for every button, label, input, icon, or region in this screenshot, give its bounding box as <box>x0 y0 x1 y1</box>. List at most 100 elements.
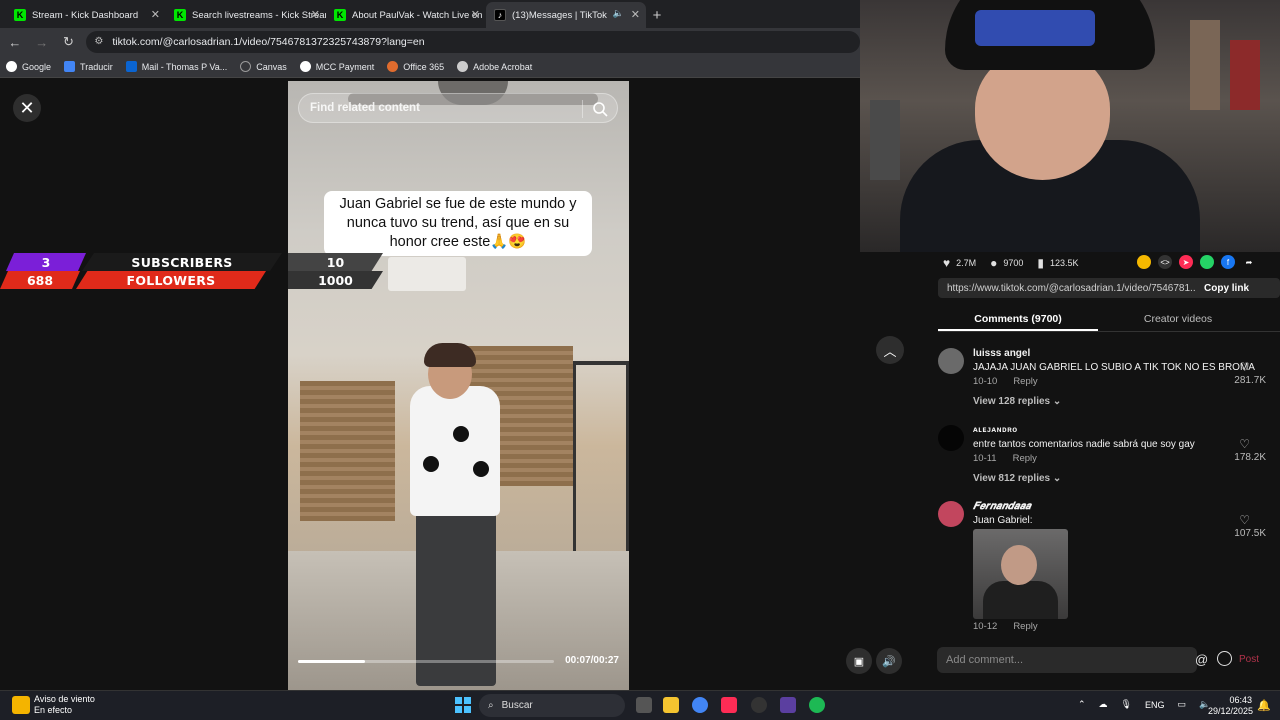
close-icon[interactable]: ✕ <box>311 8 320 21</box>
reply-button[interactable]: Reply <box>1013 621 1037 632</box>
cloud-icon[interactable]: ☁ <box>1099 699 1108 710</box>
chevron-up-icon[interactable]: ︿ <box>876 336 904 364</box>
close-icon[interactable]: ✕ <box>151 8 160 21</box>
bookmark-canvas[interactable]: Canvas <box>240 61 287 72</box>
heart-icon[interactable]: ♡ <box>1239 360 1250 374</box>
address-bar[interactable]: ⚙ tiktok.com/@carlosadrian.1/video/75467… <box>86 31 860 53</box>
avatar[interactable] <box>938 425 964 451</box>
back-icon[interactable]: ← <box>3 30 27 54</box>
tab-kick-paulvak[interactable]: K About PaulVak - Watch Live on ✕ <box>326 2 486 28</box>
volume-icon[interactable]: 🔊 <box>876 648 902 674</box>
microphone-icon[interactable]: 🎙 <box>1121 699 1132 710</box>
chevron-down-icon: ⌄ <box>1052 473 1062 484</box>
video-person <box>410 386 500 516</box>
obs-icon[interactable] <box>751 697 767 713</box>
display-icon[interactable]: ▭ <box>1178 699 1187 710</box>
close-icon[interactable]: ✕ <box>631 8 640 21</box>
tab-creator-videos[interactable]: Creator videos <box>1098 308 1258 331</box>
coin-icon[interactable] <box>1137 255 1151 269</box>
emoji-icon[interactable] <box>1217 651 1232 666</box>
comment-button[interactable]: ● 9700 <box>990 256 1023 270</box>
comment-count: 9700 <box>1003 258 1024 268</box>
new-tab-button[interactable]: + <box>646 2 668 28</box>
view-replies-label: View 128 replies <box>973 396 1051 407</box>
share-icons: <> ➤ f ➦ <box>1137 255 1263 269</box>
tab-kick-search[interactable]: K Search livestreams - Kick Stream ✕ <box>166 2 326 28</box>
bookmark-google[interactable]: Google <box>6 61 51 72</box>
notification-icon[interactable]: 🔔 <box>1257 699 1271 712</box>
tab-kick-dashboard[interactable]: K Stream - Kick Dashboard ✕ <box>6 2 166 28</box>
reply-button[interactable]: Reply <box>1013 453 1037 464</box>
tab-tiktok[interactable]: ♪ (13)Messages | TikTok 🔈 ✕ <box>486 2 646 28</box>
embed-icon[interactable]: <> <box>1158 255 1172 269</box>
chevron-down-icon: ⌄ <box>1052 396 1062 407</box>
chrome-icon[interactable] <box>692 697 708 713</box>
add-comment-input[interactable]: Add comment... <box>937 647 1197 673</box>
comment-user[interactable]: ᴀʟᴇᴊᴀɴᴅʀᴏ <box>973 425 1018 434</box>
post-button[interactable]: Post <box>1239 654 1259 665</box>
reload-icon[interactable]: ↻ <box>57 30 81 54</box>
heart-icon[interactable]: ♡ <box>1239 437 1250 451</box>
tab-comments[interactable]: Comments (9700) <box>938 308 1098 331</box>
clock-time: 06:43 <box>1229 695 1252 705</box>
save-button[interactable]: ▮ 123.5K <box>1037 256 1078 270</box>
pip-icon[interactable]: ▣ <box>846 648 872 674</box>
close-icon[interactable]: ✕ <box>471 8 480 21</box>
copy-link-button[interactable]: Copy link <box>1196 283 1249 294</box>
close-video-button[interactable]: ✕ <box>13 94 41 122</box>
comment-user[interactable]: 𝑭𝒆𝒓𝒏𝒂𝒏𝒅𝒂𝒂𝒂 <box>973 501 1031 512</box>
clock[interactable]: 06:43 29/12/2025 <box>1208 695 1253 717</box>
canvas-icon <box>240 61 252 72</box>
search-icon[interactable] <box>592 101 608 117</box>
bookmark-acrobat[interactable]: Adobe Acrobat <box>457 61 532 72</box>
comment-likes: 281.7K <box>1234 375 1266 386</box>
video-person <box>453 426 469 442</box>
reply-button[interactable]: Reply <box>1013 376 1037 387</box>
share-url[interactable]: https://www.tiktok.com/@carlosadrian.1/v… <box>938 283 1196 294</box>
comment-meta: 10-11 Reply <box>973 453 1037 464</box>
bookmark-mcc[interactable]: MCC Payment <box>299 61 374 72</box>
comment-text: JAJAJA JUAN GABRIEL LO SUBIO A TIK TOK N… <box>973 362 1255 373</box>
related-search-input[interactable]: Find related content <box>298 93 618 123</box>
send-icon[interactable]: ➤ <box>1179 255 1193 269</box>
view-replies-button[interactable]: View 128 replies ⌄ <box>973 396 1061 407</box>
video-person <box>473 461 489 477</box>
chevron-up-icon[interactable]: ⌃ <box>1078 699 1086 710</box>
video-player[interactable]: Find related content Juan Gabriel se fue… <box>288 81 629 690</box>
subscribers-row: 3 SUBSCRIBERS 10 <box>0 253 390 271</box>
site-info-icon[interactable]: ⚙ <box>94 36 106 48</box>
whatsapp-icon[interactable] <box>1200 255 1214 269</box>
facebook-icon[interactable]: f <box>1221 255 1235 269</box>
comment-placeholder: Add comment... <box>946 654 1024 666</box>
tiktok-app-icon[interactable] <box>721 697 737 713</box>
task-view-icon[interactable] <box>636 697 652 713</box>
view-replies-button[interactable]: View 812 replies ⌄ <box>973 473 1061 484</box>
windows-start-icon[interactable] <box>455 697 471 713</box>
forward-icon[interactable]: → <box>30 30 54 54</box>
like-button[interactable]: ♥ 2.7M <box>943 256 976 270</box>
language-indicator[interactable]: ENG <box>1145 700 1165 710</box>
speaker-icon[interactable]: 🔈 <box>613 8 624 19</box>
bookmark-mail[interactable]: Mail - Thomas P Va... <box>125 61 227 72</box>
taskbar-search[interactable]: ⌕ Buscar <box>479 694 625 717</box>
avatar[interactable] <box>938 501 964 527</box>
tab-title: About PaulVak - Watch Live on <box>352 9 483 21</box>
comment-likes: 178.2K <box>1234 452 1266 463</box>
bookmark-traducir[interactable]: Traducir <box>64 61 113 72</box>
comments-panel: ♥ 2.7M ● 9700 ▮ 123.5K <> ➤ f ➦ https://www… <box>917 252 1280 690</box>
heart-icon[interactable]: ♡ <box>1239 513 1250 527</box>
avatar[interactable] <box>938 348 964 374</box>
comment-image[interactable] <box>973 529 1068 619</box>
bookmark-office[interactable]: Office 365 <box>387 61 444 72</box>
weather-widget[interactable]: Aviso de viento En efecto <box>12 694 95 716</box>
comment-user[interactable]: luisss angel <box>973 348 1030 359</box>
spotify-icon[interactable] <box>809 697 825 713</box>
file-explorer-icon[interactable] <box>663 697 679 713</box>
subscribers-label: SUBSCRIBERS <box>82 253 282 271</box>
share-icon[interactable]: ➦ <box>1242 255 1256 269</box>
bookmark-label: Office 365 <box>403 61 445 72</box>
mention-icon[interactable]: @ <box>1195 652 1208 667</box>
kick-icon: K <box>14 9 26 21</box>
video-progress-bar[interactable] <box>298 660 554 663</box>
app-icon[interactable] <box>780 697 796 713</box>
